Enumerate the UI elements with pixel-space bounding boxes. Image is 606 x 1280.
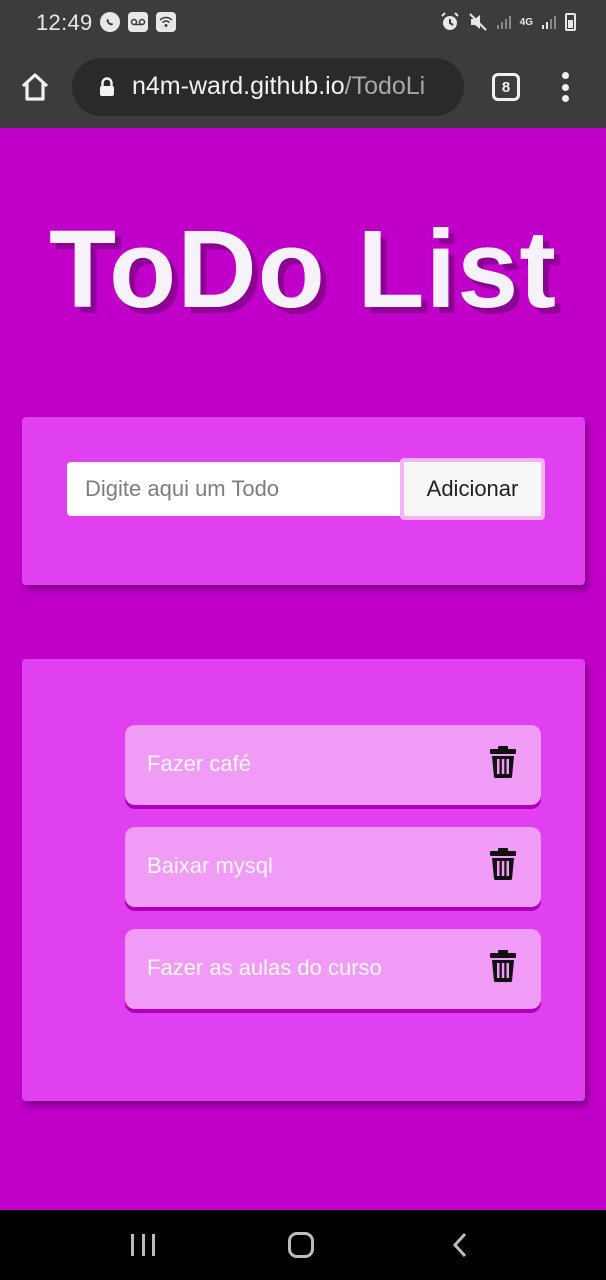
url-host: n4m-ward.github.io (132, 72, 345, 100)
status-bar: 12:49 4G (0, 0, 606, 46)
status-notification-icons (100, 12, 176, 32)
todo-form-card: Adicionar (22, 417, 585, 585)
recent-bar (152, 1234, 155, 1256)
menu-dot (561, 83, 569, 91)
browser-menu-button[interactable] (558, 72, 572, 102)
url-text: n4m-ward.github.io/TodoLi (132, 72, 425, 101)
browser-toolbar: n4m-ward.github.io/TodoLi 8 (0, 46, 606, 128)
address-bar[interactable]: n4m-ward.github.io/TodoLi (72, 58, 464, 116)
trash-icon[interactable] (489, 745, 517, 779)
status-system-icons: 4G (440, 12, 576, 32)
menu-dot (561, 95, 569, 102)
network-type-label: 4G (519, 16, 533, 28)
status-time: 12:49 (36, 10, 93, 35)
back-icon[interactable] (450, 1232, 470, 1258)
url-path: /TodoLi (344, 72, 426, 100)
menu-dot (561, 72, 569, 79)
whatsapp-icon (100, 12, 120, 32)
battery-icon (565, 13, 576, 31)
recent-bar (141, 1234, 145, 1256)
todo-item[interactable]: Fazer café (125, 725, 541, 805)
home-icon[interactable] (18, 70, 52, 104)
lock-icon (100, 77, 114, 96)
todo-item[interactable]: Fazer as aulas do curso (125, 929, 541, 1009)
recent-apps-icon[interactable] (131, 1234, 155, 1256)
todo-input[interactable] (67, 462, 403, 516)
mute-icon (468, 13, 487, 31)
wifi-icon (156, 12, 176, 32)
trash-icon[interactable] (489, 847, 517, 881)
tab-count: 8 (501, 78, 511, 96)
signal-icon (496, 16, 511, 29)
voicemail-icon (128, 12, 148, 32)
page-title: ToDo List (49, 208, 557, 331)
tab-switcher-button[interactable]: 8 (492, 73, 520, 101)
todo-list: Fazer café Baixar mysql Fazer as aulas d… (125, 725, 541, 1031)
add-todo-button[interactable]: Adicionar (400, 458, 545, 520)
todo-item[interactable]: Baixar mysql (125, 827, 541, 907)
recent-bar (131, 1234, 134, 1256)
todo-item-text: Fazer café (147, 751, 251, 776)
todo-item-text: Fazer as aulas do curso (147, 955, 382, 980)
todo-list-card: Fazer café Baixar mysql Fazer as aulas d… (22, 659, 585, 1101)
alarm-icon (440, 12, 459, 30)
todo-item-text: Baixar mysql (147, 853, 273, 878)
system-nav-bar (0, 1210, 606, 1280)
signal-icon (542, 16, 556, 29)
home-icon[interactable] (288, 1232, 314, 1258)
trash-icon[interactable] (489, 949, 517, 983)
